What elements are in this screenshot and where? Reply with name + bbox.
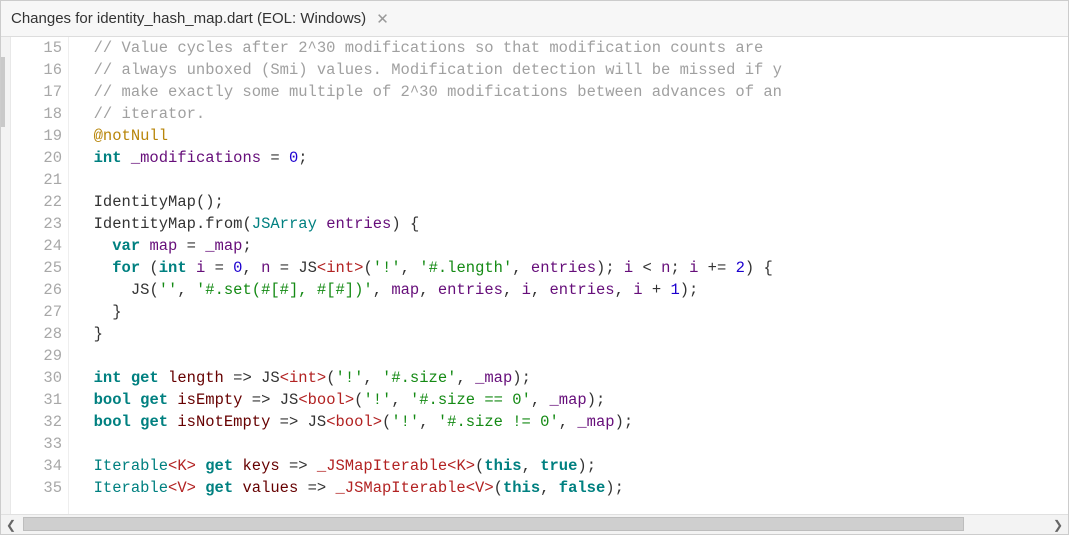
code-line[interactable]: } <box>75 323 1068 345</box>
line-number: 18 <box>11 103 62 125</box>
line-number: 29 <box>11 345 62 367</box>
line-number: 27 <box>11 301 62 323</box>
code-line[interactable]: // always unboxed (Smi) values. Modifica… <box>75 59 1068 81</box>
scroll-right-icon[interactable]: ❯ <box>1048 515 1068 535</box>
line-number: 15 <box>11 37 62 59</box>
code-editor[interactable]: 1516171819202122232425262728293031323334… <box>11 37 1068 514</box>
code-line[interactable]: for (int i = 0, n = JS<int>('!', '#.leng… <box>75 257 1068 279</box>
line-number: 33 <box>11 433 62 455</box>
line-number: 19 <box>11 125 62 147</box>
line-number: 23 <box>11 213 62 235</box>
code-line[interactable]: @notNull <box>75 125 1068 147</box>
code-line[interactable]: // make exactly some multiple of 2^30 mo… <box>75 81 1068 103</box>
line-number: 22 <box>11 191 62 213</box>
code-line[interactable]: // iterator. <box>75 103 1068 125</box>
line-number: 28 <box>11 323 62 345</box>
line-number-gutter: 1516171819202122232425262728293031323334… <box>11 37 69 514</box>
line-number: 25 <box>11 257 62 279</box>
code-content[interactable]: // Value cycles after 2^30 modifications… <box>69 37 1068 514</box>
code-line[interactable]: var map = _map; <box>75 235 1068 257</box>
line-number: 20 <box>11 147 62 169</box>
diff-change-marker[interactable] <box>1 57 5 127</box>
editor-area: 1516171819202122232425262728293031323334… <box>1 37 1068 514</box>
code-line[interactable]: int get length => JS<int>('!', '#.size',… <box>75 367 1068 389</box>
scroll-left-icon[interactable]: ❮ <box>1 515 21 535</box>
line-number: 35 <box>11 477 62 499</box>
line-number: 30 <box>11 367 62 389</box>
line-number: 24 <box>11 235 62 257</box>
code-line[interactable]: // Value cycles after 2^30 modifications… <box>75 37 1068 59</box>
code-line[interactable]: int _modifications = 0; <box>75 147 1068 169</box>
code-line[interactable]: bool get isEmpty => JS<bool>('!', '#.siz… <box>75 389 1068 411</box>
code-line[interactable]: Iterable<K> get keys => _JSMapIterable<K… <box>75 455 1068 477</box>
code-line[interactable]: Iterable<V> get values => _JSMapIterable… <box>75 477 1068 499</box>
close-icon[interactable]: ✕ <box>376 10 389 28</box>
scrollbar-thumb[interactable] <box>23 517 964 531</box>
line-number: 17 <box>11 81 62 103</box>
horizontal-scrollbar[interactable]: ❮ ❯ <box>1 514 1068 534</box>
code-line[interactable] <box>75 345 1068 367</box>
code-line[interactable]: IdentityMap.from(JSArray entries) { <box>75 213 1068 235</box>
line-number: 31 <box>11 389 62 411</box>
code-line[interactable]: bool get isNotEmpty => JS<bool>('!', '#.… <box>75 411 1068 433</box>
tab-bar: Changes for identity_hash_map.dart (EOL:… <box>1 1 1068 37</box>
diff-overview-gutter[interactable] <box>1 37 11 514</box>
scrollbar-track[interactable] <box>23 515 1046 535</box>
line-number: 16 <box>11 59 62 81</box>
code-line[interactable]: } <box>75 301 1068 323</box>
code-line[interactable] <box>75 169 1068 191</box>
tab-title: Changes for identity_hash_map.dart (EOL:… <box>11 10 366 27</box>
tab-changes[interactable]: Changes for identity_hash_map.dart (EOL:… <box>5 1 395 37</box>
line-number: 26 <box>11 279 62 301</box>
code-line[interactable] <box>75 433 1068 455</box>
line-number: 34 <box>11 455 62 477</box>
code-line[interactable]: JS('', '#.set(#[#], #[#])', map, entries… <box>75 279 1068 301</box>
line-number: 32 <box>11 411 62 433</box>
diff-window: Changes for identity_hash_map.dart (EOL:… <box>0 0 1069 535</box>
line-number: 21 <box>11 169 62 191</box>
code-line[interactable]: IdentityMap(); <box>75 191 1068 213</box>
